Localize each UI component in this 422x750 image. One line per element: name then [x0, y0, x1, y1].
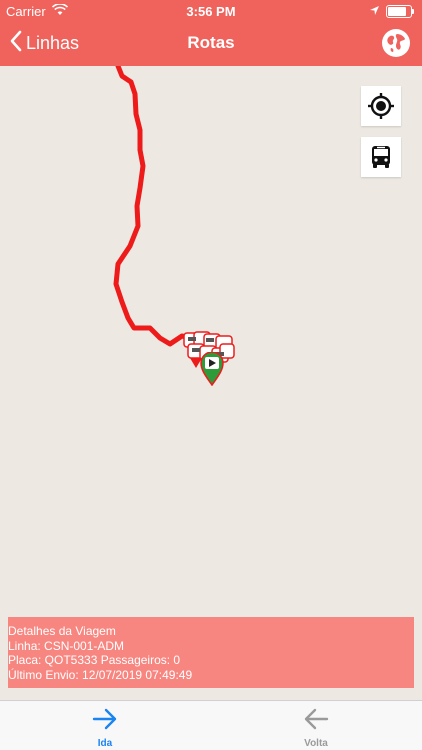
status-time: 3:56 PM	[186, 4, 236, 19]
tab-ida[interactable]: Ida	[65, 707, 145, 749]
locate-me-button[interactable]	[361, 86, 401, 126]
map-view[interactable]	[0, 66, 422, 700]
route-line	[113, 66, 196, 347]
bus-icon	[372, 146, 390, 168]
arrow-left-icon	[304, 708, 329, 730]
status-indicators	[369, 4, 414, 19]
page-title: Rotas	[187, 33, 235, 52]
crosshair-target-icon	[368, 93, 394, 119]
trip-line-text: Linha: CSN-001-ADM	[8, 638, 125, 653]
navigation-header: Carrier 3:56 PM Linhas Rotas	[0, 0, 422, 66]
selected-bus-marker[interactable]	[200, 351, 224, 387]
arrow-right-icon	[92, 708, 117, 730]
globe-button[interactable]	[382, 29, 410, 57]
tab-volta-label: Volta	[304, 738, 328, 749]
trip-details-panel: Detalhes da Viagem Linha: CSN-001-ADM Pl…	[8, 617, 414, 688]
tab-volta[interactable]: Volta	[276, 707, 356, 749]
bus-location-button[interactable]	[361, 137, 401, 177]
battery-icon	[386, 5, 414, 18]
trip-plate-passengers-text: Placa: QOT5333 Passageiros: 0	[8, 653, 181, 667]
trip-details-heading: Detalhes da Viagem	[8, 624, 116, 638]
tab-ida-label: Ida	[97, 738, 113, 749]
globe-icon	[383, 30, 409, 56]
location-arrow-icon	[369, 4, 380, 19]
status-bar: Carrier 3:56 PM	[0, 0, 422, 22]
trip-last-sent-text: Último Envio: 12/07/2019 07:49:49	[8, 667, 193, 682]
tab-bar: Ida Volta	[0, 700, 422, 750]
